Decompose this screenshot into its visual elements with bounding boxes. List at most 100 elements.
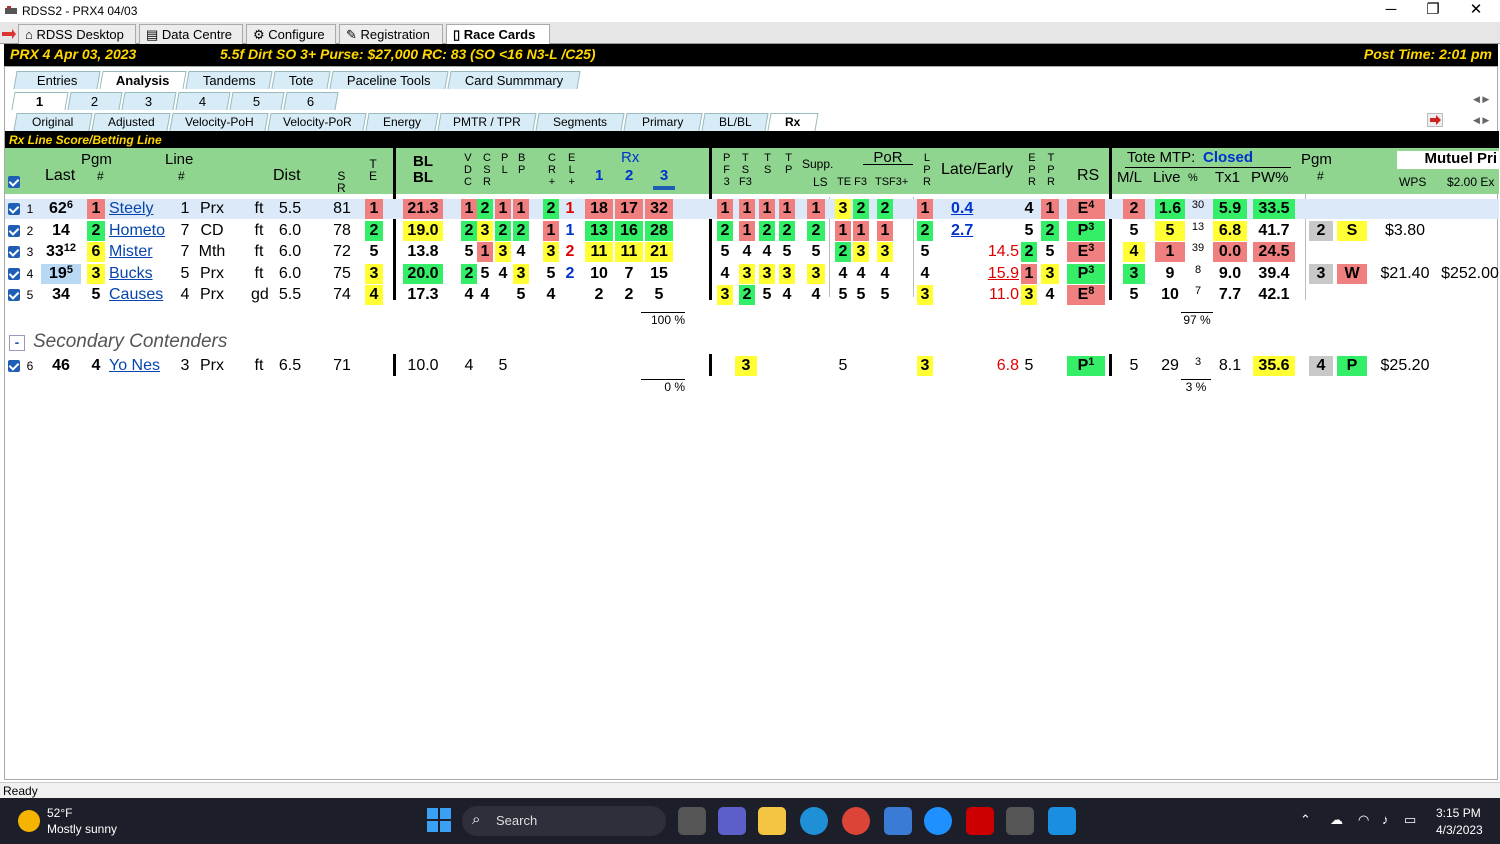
- tab-analysis[interactable]: Analysis: [99, 71, 187, 89]
- store-icon[interactable]: [884, 807, 912, 835]
- cell-te-b: 3: [853, 242, 869, 262]
- tab-race-6[interactable]: 6: [283, 92, 339, 110]
- select-all-checkbox[interactable]: [8, 176, 20, 188]
- cell-dist: 6.0: [278, 264, 302, 282]
- tab-original[interactable]: Original: [13, 113, 93, 131]
- cell-sfc: ft: [254, 357, 264, 374]
- horse-name-link[interactable]: Yo Nes: [109, 356, 171, 376]
- cell-pf3: 2: [717, 220, 733, 241]
- rx3-header[interactable]: 3: [653, 168, 675, 190]
- tab-race-4[interactable]: 4: [175, 92, 231, 110]
- onedrive-icon[interactable]: ☁: [1330, 812, 1343, 828]
- cell-rx2: 16: [615, 220, 643, 241]
- clock-time[interactable]: 3:15 PM: [1436, 806, 1481, 820]
- cell-te: 4: [365, 285, 383, 305]
- help-icon[interactable]: [924, 807, 952, 835]
- cell-tsf3: 4: [742, 243, 752, 260]
- tab-registration[interactable]: ✎ Registration: [339, 24, 443, 44]
- cell-epr: 2: [1021, 242, 1037, 262]
- tab-paceline-tools[interactable]: Paceline Tools: [329, 71, 449, 89]
- cell-tx1: 7.7: [1218, 286, 1242, 303]
- mcafee-icon[interactable]: [966, 807, 994, 835]
- scroll-arrows-icon[interactable]: ◀ ▶: [1473, 94, 1489, 105]
- maximize-button[interactable]: ❐: [1412, 0, 1454, 22]
- late-early-value[interactable]: 0.4: [951, 199, 1019, 219]
- cell-pf3: 3: [717, 285, 733, 305]
- cell-tx1: 9.0: [1218, 264, 1242, 282]
- row-checkbox[interactable]: [8, 360, 20, 372]
- taskbar: 52°F Mostly sunny ⌕ Search ⌃ ☁ ◠ ♪ ▭ 3:1…: [0, 798, 1500, 844]
- run-style-letter: P: [1077, 264, 1089, 282]
- tab-adjusted[interactable]: Adjusted: [91, 113, 171, 131]
- minimize-button[interactable]: ─: [1370, 0, 1412, 22]
- late-early-value[interactable]: 2.7: [951, 221, 1019, 241]
- export-icon[interactable]: [1427, 113, 1443, 127]
- tab-tote[interactable]: Tote: [271, 71, 331, 89]
- cell-tsf3p: 1: [877, 220, 893, 241]
- row-checkbox[interactable]: [8, 267, 20, 280]
- row-checkbox[interactable]: [8, 289, 20, 301]
- cell-pw: 35.6: [1253, 356, 1295, 376]
- el-header: E L +: [568, 152, 576, 188]
- cell-line: 1: [180, 200, 190, 217]
- edge-browser-icon[interactable]: [800, 807, 828, 835]
- horse-name-link[interactable]: Mister: [109, 242, 171, 262]
- show-hidden-icons[interactable]: ⌃: [1300, 812, 1311, 828]
- row-checkbox[interactable]: [8, 203, 20, 215]
- file-explorer-icon[interactable]: [758, 807, 786, 835]
- taskbar-search-box[interactable]: ⌕ Search: [462, 806, 666, 836]
- tab-race-3[interactable]: 3: [121, 92, 177, 110]
- scroll-arrows-icon[interactable]: ◀ ▶: [1473, 115, 1489, 126]
- volume-icon[interactable]: ♪: [1382, 812, 1389, 827]
- tab-race-cards[interactable]: ▯ Race Cards: [446, 24, 550, 44]
- horse-name-link[interactable]: Hometo: [109, 221, 171, 241]
- row-checkbox[interactable]: [8, 224, 20, 237]
- cell-te-b: 5: [856, 286, 866, 303]
- tab-segments[interactable]: Segments: [535, 113, 625, 131]
- tab-race-5[interactable]: 5: [229, 92, 285, 110]
- cell-trk: Mth: [198, 243, 226, 260]
- tab-primary[interactable]: Primary: [623, 113, 703, 131]
- tab-race-2[interactable]: 2: [67, 92, 123, 110]
- close-button[interactable]: ✕: [1455, 0, 1497, 22]
- pct-header: %: [1188, 172, 1198, 184]
- cell-te-b: 2: [853, 199, 869, 219]
- cell-tx1: 0.0: [1213, 242, 1247, 262]
- clock-date[interactable]: 4/3/2023: [1436, 823, 1483, 837]
- cell-vdc: 4: [464, 286, 474, 303]
- tab-blbl[interactable]: BL/BL: [701, 113, 769, 131]
- hp-app-icon[interactable]: [1048, 807, 1076, 835]
- chrome-browser-icon[interactable]: [842, 807, 870, 835]
- battery-icon[interactable]: ▭: [1404, 812, 1416, 828]
- tab-pmtr-tpr[interactable]: PMTR / TPR: [437, 113, 537, 131]
- windows-start-icon[interactable]: [426, 807, 454, 835]
- tab-velocity-por[interactable]: Velocity-PoR: [267, 113, 367, 131]
- tab-rdss-desktop[interactable]: ⌂ RDSS Desktop: [18, 24, 136, 44]
- tab-configure[interactable]: ⚙ Configure: [246, 24, 336, 44]
- tab-entries[interactable]: Entries: [13, 71, 101, 89]
- tab-tandems[interactable]: Tandems: [185, 71, 273, 89]
- line-hash-header: #: [178, 169, 185, 183]
- tab-velocity-poh[interactable]: Velocity-PoH: [169, 113, 269, 131]
- tab-data-centre[interactable]: ▤ Data Centre: [139, 24, 243, 44]
- cell-ml: 2: [1123, 199, 1145, 219]
- cell-pf3: 4: [720, 264, 730, 282]
- horse-name-link[interactable]: Steely: [109, 199, 171, 219]
- horse-name-link[interactable]: Bucks: [109, 264, 171, 284]
- cell-ls: 3: [807, 263, 825, 284]
- collapse-secondary-button[interactable]: -: [9, 335, 25, 351]
- wifi-icon[interactable]: ◠: [1358, 812, 1369, 828]
- cell-te-b: 1: [853, 220, 869, 241]
- tab-race-1[interactable]: 1: [11, 92, 69, 110]
- horse-name-link[interactable]: Causes: [109, 285, 171, 305]
- tab-energy[interactable]: Energy: [365, 113, 439, 131]
- tab-rx[interactable]: Rx: [767, 113, 819, 131]
- row-checkbox[interactable]: [8, 246, 20, 258]
- cell-ls: 4: [811, 286, 821, 303]
- late-early-value: 14.5: [987, 243, 1019, 260]
- rdss-app-icon[interactable]: [1006, 807, 1034, 835]
- teams-chat-icon[interactable]: [718, 807, 746, 835]
- task-view-icon[interactable]: [678, 807, 706, 835]
- tab-card-summary[interactable]: Card Summmary: [447, 71, 581, 89]
- cell-line: 5: [180, 264, 190, 282]
